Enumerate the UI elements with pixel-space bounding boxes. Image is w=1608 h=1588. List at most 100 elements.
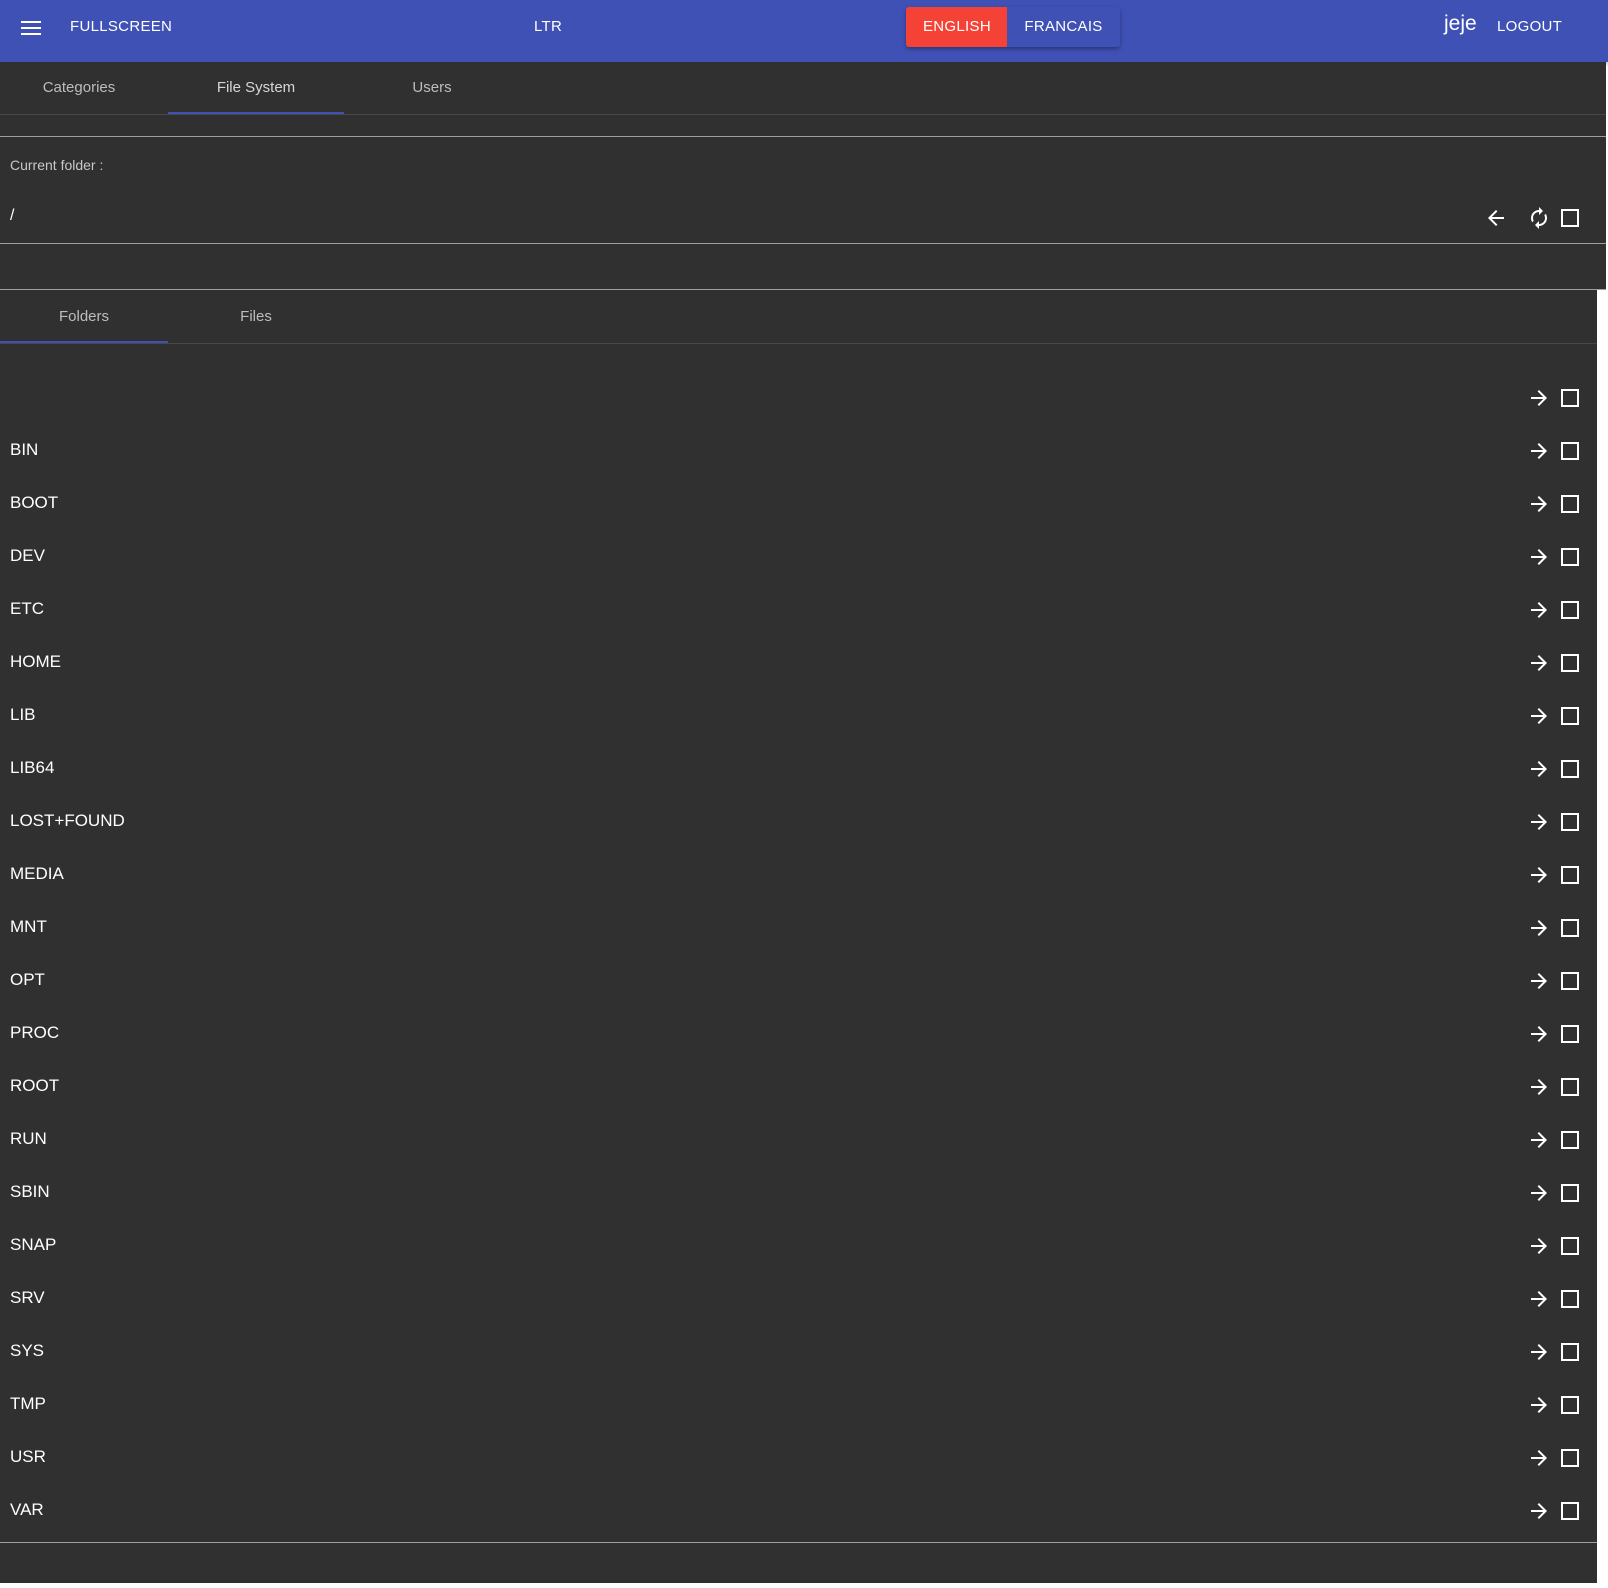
list-item: TMP [0,1379,1597,1432]
folder-browser-panel: Folders Files BIN BOOT DEV ETC HOME LIB LIB64 L… [0,290,1597,1543]
checkbox-outline-icon[interactable] [1558,1022,1582,1046]
list-item: OPT [0,955,1597,1008]
checkbox-outline-icon[interactable] [1558,1393,1582,1417]
checkbox-outline-icon[interactable] [1558,1075,1582,1099]
arrow-forward-icon[interactable] [1527,1446,1551,1470]
arrow-forward-icon[interactable] [1527,1022,1551,1046]
fullscreen-button[interactable]: FULLSCREEN [70,18,172,35]
checkbox-outline-icon[interactable] [1558,492,1582,516]
folder-name[interactable]: BOOT [10,493,58,513]
checkbox-outline-icon[interactable] [1558,651,1582,675]
language-english-button[interactable]: ENGLISH [906,7,1007,47]
list-item: LIB64 [0,743,1597,796]
list-item: LOST+FOUND [0,796,1597,849]
arrow-forward-icon[interactable] [1527,545,1551,569]
checkbox-outline-icon[interactable] [1558,757,1582,781]
select-all-checkbox-icon[interactable] [1558,206,1582,230]
folder-name[interactable]: TMP [10,1394,46,1414]
folder-name[interactable]: ETC [10,599,44,619]
list-item: BOOT [0,478,1597,531]
folder-name[interactable]: VAR [10,1500,44,1520]
list-item: LIB [0,690,1597,743]
folder-list: BIN BOOT DEV ETC HOME LIB LIB64 LOST+FOUND MEDIA… [0,372,1597,1538]
checkbox-outline-icon[interactable] [1558,1181,1582,1205]
tab-file-system[interactable]: File System [168,62,344,114]
checkbox-outline-icon[interactable] [1558,1446,1582,1470]
direction-toggle-button[interactable]: LTR [534,18,562,35]
language-francais-button[interactable]: FRANCAIS [1007,7,1120,47]
list-item: MEDIA [0,849,1597,902]
arrow-forward-icon[interactable] [1527,810,1551,834]
arrow-forward-icon[interactable] [1527,1075,1551,1099]
folder-name[interactable]: OPT [10,970,45,990]
folder-name[interactable]: SBIN [10,1182,50,1202]
checkbox-outline-icon[interactable] [1558,969,1582,993]
arrow-forward-icon[interactable] [1527,916,1551,940]
checkbox-outline-icon[interactable] [1558,1128,1582,1152]
main-tabs: Categories File System Users [0,62,1606,115]
tab-folders[interactable]: Folders [0,290,168,343]
tab-categories[interactable]: Categories [0,62,158,114]
arrow-forward-icon[interactable] [1527,1340,1551,1364]
checkbox-outline-icon[interactable] [1558,704,1582,728]
folder-name[interactable]: LIB64 [10,758,54,778]
arrow-forward-icon[interactable] [1527,439,1551,463]
arrow-forward-icon[interactable] [1527,1287,1551,1311]
arrow-forward-icon[interactable] [1527,386,1551,410]
arrow-forward-icon[interactable] [1527,651,1551,675]
arrow-forward-icon[interactable] [1527,1128,1551,1152]
checkbox-outline-icon[interactable] [1558,1340,1582,1364]
folder-name[interactable]: SYS [10,1341,44,1361]
arrow-forward-icon[interactable] [1527,863,1551,887]
arrow-forward-icon[interactable] [1527,1499,1551,1523]
checkbox-outline-icon[interactable] [1558,545,1582,569]
checkbox-outline-icon[interactable] [1558,386,1582,410]
language-toggle-group: ENGLISH FRANCAIS [906,7,1120,47]
arrow-back-icon[interactable] [1484,206,1508,230]
arrow-forward-icon[interactable] [1527,1181,1551,1205]
folder-name[interactable]: USR [10,1447,46,1467]
refresh-icon[interactable] [1527,206,1551,230]
list-item: SBIN [0,1167,1597,1220]
folder-type-tabs: Folders Files [0,290,1597,344]
current-folder-label: Current folder : [10,157,104,173]
tab-users[interactable]: Users [344,62,520,114]
arrow-forward-icon[interactable] [1527,757,1551,781]
checkbox-outline-icon[interactable] [1558,810,1582,834]
folder-name[interactable]: LOST+FOUND [10,811,125,831]
list-item: HOME [0,637,1597,690]
folder-name[interactable]: ROOT [10,1076,59,1096]
folder-name[interactable]: RUN [10,1129,47,1149]
folder-name[interactable]: HOME [10,652,61,672]
folder-name[interactable]: PROC [10,1023,59,1043]
menu-icon[interactable] [18,17,44,43]
folder-name[interactable]: SRV [10,1288,45,1308]
checkbox-outline-icon[interactable] [1558,1287,1582,1311]
arrow-forward-icon[interactable] [1527,598,1551,622]
checkbox-outline-icon[interactable] [1558,863,1582,887]
folder-name[interactable]: MNT [10,917,47,937]
folder-name[interactable]: LIB [10,705,36,725]
page-edge [1597,742,1608,1588]
logout-button[interactable]: LOGOUT [1497,18,1562,35]
arrow-forward-icon[interactable] [1527,969,1551,993]
current-folder-panel: Current folder : / [0,137,1606,244]
folder-name[interactable]: BIN [10,440,38,460]
section-divider [0,244,1606,290]
arrow-forward-icon[interactable] [1527,704,1551,728]
folder-name[interactable]: MEDIA [10,864,64,884]
checkbox-outline-icon[interactable] [1558,598,1582,622]
list-item: VAR [0,1485,1597,1538]
list-item [0,372,1597,425]
folder-name[interactable]: SNAP [10,1235,56,1255]
checkbox-outline-icon[interactable] [1558,439,1582,463]
tab-files[interactable]: Files [168,290,344,343]
arrow-forward-icon[interactable] [1527,1393,1551,1417]
checkbox-outline-icon[interactable] [1558,1234,1582,1258]
folder-name[interactable]: DEV [10,546,45,566]
list-item: DEV [0,531,1597,584]
arrow-forward-icon[interactable] [1527,492,1551,516]
checkbox-outline-icon[interactable] [1558,916,1582,940]
checkbox-outline-icon[interactable] [1558,1499,1582,1523]
arrow-forward-icon[interactable] [1527,1234,1551,1258]
